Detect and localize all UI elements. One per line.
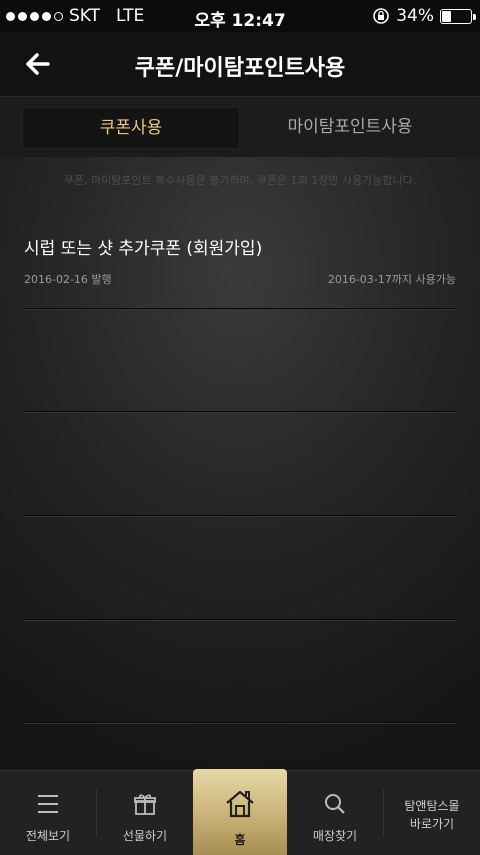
search-icon	[325, 794, 345, 814]
nav-store-finder[interactable]: 매장찾기	[287, 771, 383, 855]
coupon-issue-date: 2016-02-16 발행	[24, 273, 112, 286]
tab-mytom-point[interactable]: 마이탐포인트사용	[240, 107, 460, 147]
list-divider	[24, 619, 456, 620]
nav-label-line1: 탐앤탐스몰	[404, 799, 460, 813]
rotation-lock-icon	[373, 8, 390, 24]
bottom-navigation: 전체보기 선물하기 홈 매장찾기 탐앤탐스몰 바로가기	[0, 769, 480, 855]
coupon-item[interactable]: 시럽 또는 샷 추가쿠폰 (회원가입) 2016-02-16 발행 2016-0…	[24, 234, 456, 287]
list-divider	[24, 722, 456, 723]
nav-view-all[interactable]: 전체보기	[0, 771, 96, 855]
usage-notice: 쿠폰, 마이탐포인트 복수사용은 불가하며, 쿠폰은 1회 1장만 사용가능합니…	[63, 174, 417, 187]
menu-icon	[38, 795, 58, 813]
status-bar: SKT LTE 오후 12:47 34%	[0, 0, 480, 32]
nav-label: 홈	[234, 833, 246, 847]
home-icon	[226, 790, 254, 818]
nav-mall-link[interactable]: 탐앤탐스몰 바로가기	[384, 771, 480, 855]
nav-home[interactable]: 홈	[193, 769, 287, 855]
coupon-title: 시럽 또는 샷 추가쿠폰 (회원가입)	[24, 239, 263, 259]
battery-icon	[440, 8, 476, 24]
list-divider	[24, 515, 456, 516]
nav-label: 매장찾기	[312, 829, 358, 843]
gift-icon	[134, 794, 156, 815]
tab-bar: 쿠폰사용 마이탐포인트사용	[0, 97, 480, 157]
list-divider	[24, 411, 456, 412]
nav-label-line2: 바로가기	[409, 817, 455, 831]
coupon-expiry: 2016-03-17까지 사용가능	[327, 273, 456, 286]
nav-label: 선물하기	[122, 829, 168, 843]
list-divider	[24, 308, 456, 309]
nav-gift[interactable]: 선물하기	[97, 771, 193, 855]
tab-coupon[interactable]: 쿠폰사용	[22, 107, 240, 149]
battery-percent: 34%	[396, 6, 434, 26]
app-header: 쿠폰/마이탐포인트사용	[0, 32, 480, 97]
page-title: 쿠폰/마이탐포인트사용	[134, 56, 346, 81]
nav-label: 전체보기	[25, 829, 71, 843]
